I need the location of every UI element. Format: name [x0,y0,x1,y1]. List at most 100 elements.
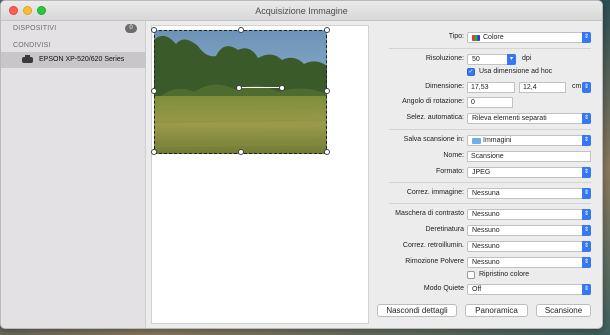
scan-settings-panel: Tipo: Colore ⇕ Risoluzione: 50 ▾ dpi ✓ U… [373,21,602,328]
risoluzione-select[interactable]: 50 ▾ [467,54,516,65]
usa-dimensione-label: Usa dimensione ad hoc [479,68,553,75]
correz-immagine-select[interactable]: Nessuna ⇕ [467,188,591,199]
scan-selection-box[interactable] [154,30,327,154]
selection-handle-center-left[interactable] [236,85,242,91]
selection-handle-top[interactable] [238,27,244,33]
chevron-updown-icon[interactable]: ⇕ [582,82,591,93]
salva-scansione-select[interactable]: Immagini ⇕ [467,135,591,146]
selection-handle-right[interactable] [324,88,330,94]
selection-center-bar [239,87,281,88]
selez-automatica-value: Rileva elementi separati [472,115,547,122]
dimensione-width-value: 17,53 [471,84,489,91]
dimensione-height-field[interactable]: 12,4 [519,82,566,93]
ripristino-colore-row: Ripristino colore [373,271,602,283]
salva-scansione-row: Salva scansione in: Immagini ⇕ [373,135,602,147]
correz-immagine-row: Correz. immagine: Nessuna ⇕ [373,188,602,200]
angolo-field[interactable]: 0 [467,97,513,108]
chevron-updown-icon: ⇕ [582,284,591,295]
correz-retroillum-select[interactable]: Nessuno ⇕ [467,241,591,252]
formato-value: JPEG [472,169,491,176]
angolo-label: Angolo di rotazione: [402,98,464,105]
title-bar: Acquisizione Immagine [1,1,602,21]
nome-label: Nome: [443,152,464,159]
scan-button[interactable]: Scansione [536,304,591,317]
risoluzione-label: Risoluzione: [425,55,464,62]
salva-scansione-value: Immagini [483,137,512,144]
image-capture-window: Acquisizione Immagine DISPOSITIVI 0 COND… [0,0,603,329]
correz-retroillum-label: Correz. retroillumin. [402,242,464,249]
chevron-updown-icon: ⇕ [582,113,591,124]
dimensione-row: Dimensione: 17,53 12,4 cm ⇕ [373,82,602,94]
deretinatura-select[interactable]: Nessuno ⇕ [467,225,591,236]
shared-header: CONDIVISI [13,42,51,49]
tipo-select[interactable]: Colore ⇕ [467,32,591,43]
usa-dimensione-row: ✓ Usa dimensione ad hoc [373,68,602,80]
modo-quiete-row: Modo Quiete Off ⇕ [373,284,602,296]
dimensione-label: Dimensione: [425,83,464,90]
chevron-updown-icon: ⇕ [582,225,591,236]
window-title: Acquisizione Immagine [255,6,348,16]
chevron-updown-icon: ⇕ [582,257,591,268]
formato-row: Formato: JPEG ⇕ [373,167,602,179]
selection-handle-left[interactable] [151,88,157,94]
maschera-contrasto-select[interactable]: Nessuno ⇕ [467,209,591,220]
devices-count-badge: 0 [125,24,137,33]
divider [389,48,591,49]
angolo-row: Angolo di rotazione: 0 [373,97,602,109]
hide-details-button[interactable]: Nascondi dettagli [377,304,457,317]
risoluzione-value: 50 [472,56,480,63]
selection-handle-bottom-left[interactable] [151,149,157,155]
modo-quiete-value: Off [472,286,482,293]
tipo-value: Colore [483,34,504,41]
chevron-updown-icon: ⇕ [582,32,591,43]
folder-icon [472,138,481,144]
dimensione-height-value: 12,4 [523,84,537,91]
chevron-updown-icon: ⇕ [582,241,591,252]
tipo-label: Tipo: [448,33,464,40]
correz-retroillum-row: Correz. retroillumin. Nessuno ⇕ [373,241,602,253]
usa-dimensione-checkbox[interactable]: ✓ [467,68,475,76]
sidebar-item-epson-scanner[interactable]: EPSON XP-520/620 Series [1,52,146,68]
modo-quiete-select[interactable]: Off ⇕ [467,284,591,295]
selection-handle-bottom[interactable] [238,149,244,155]
selection-handle-top-left[interactable] [151,27,157,33]
selez-automatica-row: Selez. automatica: Rileva elementi separ… [373,113,602,125]
nome-field[interactable]: Scansione [467,151,591,162]
correz-immagine-value: Nessuna [472,190,500,197]
chevron-updown-icon: ⇕ [582,135,591,146]
rimozione-polvere-select[interactable]: Nessuno ⇕ [467,257,591,268]
sidebar: DISPOSITIVI 0 CONDIVISI EPSON XP-520/620… [1,21,146,328]
selection-handle-top-right[interactable] [324,27,330,33]
selection-handle-bottom-right[interactable] [324,149,330,155]
angolo-value: 0 [471,99,475,106]
overview-button[interactable]: Panoramica [465,304,528,317]
deretinatura-value: Nessuno [472,227,500,234]
ripristino-colore-label: Ripristino colore [479,271,530,278]
ripristino-colore-checkbox[interactable] [467,271,475,279]
devices-header: DISPOSITIVI [13,25,57,32]
chevron-updown-icon: ⇕ [582,188,591,199]
tipo-row: Tipo: Colore ⇕ [373,32,602,44]
selection-handle-center-right[interactable] [279,85,285,91]
rimozione-polvere-label: Rimozione Polvere [405,258,464,265]
deretinatura-label: Deretinatura [425,226,464,233]
maschera-contrasto-label: Maschera di contrasto [395,210,464,217]
deretinatura-row: Deretinatura Nessuno ⇕ [373,225,602,237]
formato-select[interactable]: JPEG ⇕ [467,167,591,178]
salva-scansione-label: Salva scansione in: [403,136,464,143]
divider [389,129,591,130]
sidebar-item-label: EPSON XP-520/620 Series [39,56,125,63]
nome-value: Scansione [471,153,504,160]
rimozione-polvere-value: Nessuno [472,259,500,266]
printer-icon [22,55,33,63]
color-mode-icon [472,35,480,41]
risoluzione-unit: dpi [522,55,532,62]
selez-automatica-select[interactable]: Rileva elementi separati ⇕ [467,113,591,124]
rimozione-polvere-row: Rimozione Polvere Nessuno ⇕ [373,257,602,269]
chevron-updown-icon: ⇕ [582,209,591,220]
formato-label: Formato: [435,168,464,175]
dimensione-width-field[interactable]: 17,53 [467,82,515,93]
correz-immagine-label: Correz. immagine: [406,189,464,196]
scan-preview-area[interactable] [151,25,369,324]
maschera-contrasto-row: Maschera di contrasto Nessuno ⇕ [373,209,602,221]
